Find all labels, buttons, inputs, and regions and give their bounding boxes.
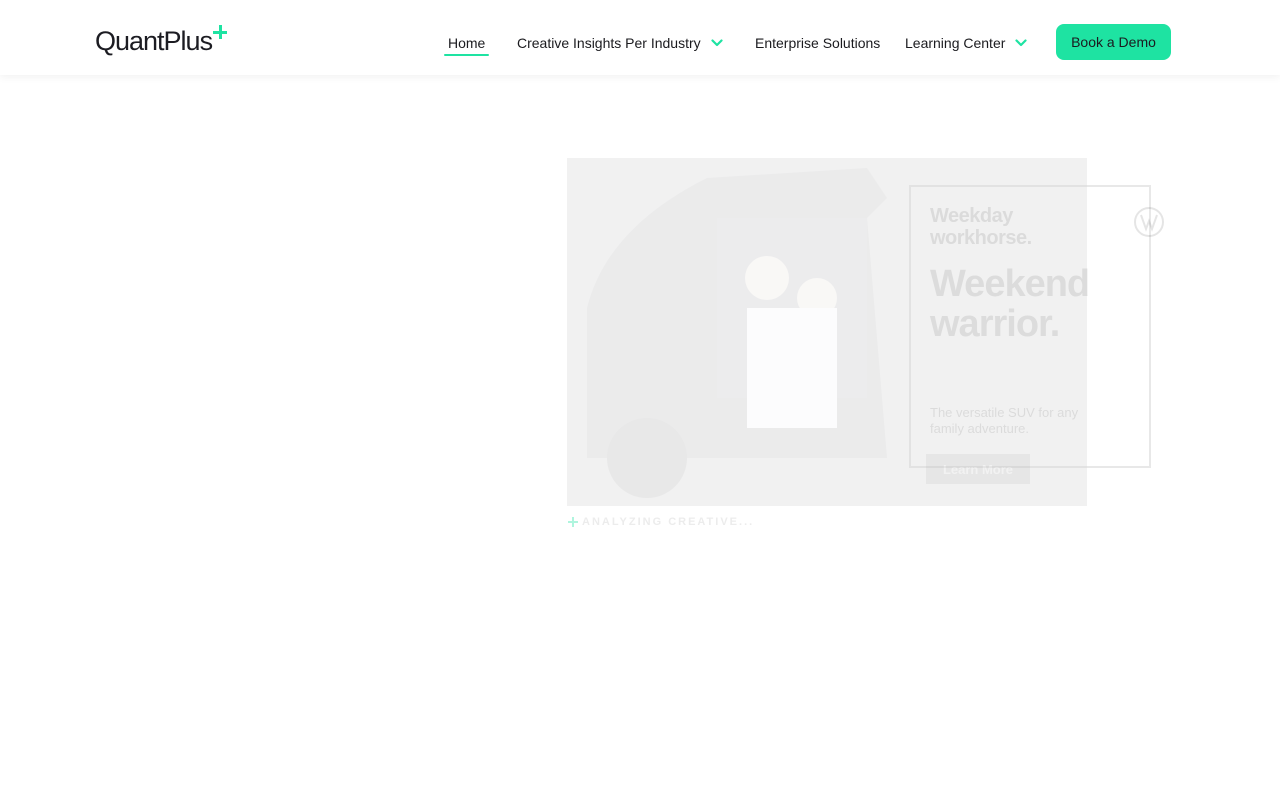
chevron-down-icon bbox=[1015, 39, 1028, 47]
nav-enterprise-solutions[interactable]: Enterprise Solutions bbox=[755, 33, 880, 53]
nav-home-label: Home bbox=[448, 35, 486, 51]
book-demo-button[interactable]: Book a Demo bbox=[1056, 24, 1171, 60]
suv-illustration bbox=[587, 168, 887, 498]
analyzing-status: ANALYZING CREATIVE... bbox=[568, 515, 754, 529]
nav-learning-center-label: Learning Center bbox=[905, 35, 1006, 51]
ad-headline: Weekend warrior. bbox=[930, 263, 1090, 345]
nav-enterprise-solutions-label: Enterprise Solutions bbox=[755, 35, 881, 51]
ad-subheadline: Weekday workhorse. bbox=[930, 205, 1032, 249]
nav-creative-insights-label: Creative Insights Per Industry bbox=[517, 35, 701, 51]
analyzing-status-text: ANALYZING CREATIVE... bbox=[582, 516, 755, 528]
nav-learning-center[interactable]: Learning Center bbox=[905, 33, 1028, 53]
ad-body-text: The versatile SUV for any family adventu… bbox=[930, 405, 1079, 436]
logo-text: QuantPlus bbox=[95, 26, 213, 56]
nav-home[interactable]: Home bbox=[448, 33, 485, 53]
plus-icon bbox=[213, 25, 228, 39]
vw-logo-icon bbox=[1134, 207, 1164, 237]
logo[interactable]: QuantPlus bbox=[95, 25, 228, 56]
site-header: QuantPlus Home Creative Insights Per Ind… bbox=[0, 0, 1280, 75]
ad-learn-more-button: Learn More bbox=[926, 454, 1030, 484]
plus-icon bbox=[568, 517, 578, 527]
nav-creative-insights[interactable]: Creative Insights Per Industry bbox=[517, 33, 723, 53]
active-nav-indicator bbox=[444, 54, 489, 56]
chevron-down-icon bbox=[711, 39, 723, 47]
